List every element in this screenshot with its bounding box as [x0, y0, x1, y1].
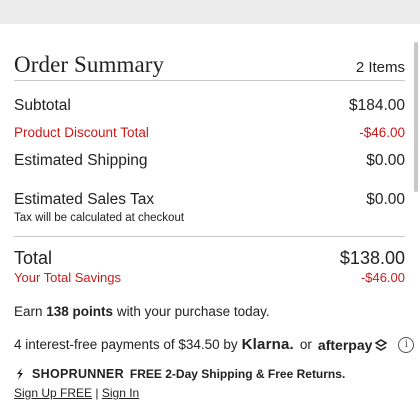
shoprunner-row: SHOPRUNNER FREE 2-Day Shipping & Free Re… [14, 367, 345, 381]
scrollbar[interactable] [414, 42, 418, 192]
afterpay-label: afterpay [317, 336, 373, 353]
shoprunner-signup-link[interactable]: Sign Up FREE [14, 386, 92, 400]
savings-row: Your Total Savings -$46.00 [14, 270, 405, 285]
summary-header: Order Summary 2 Items [14, 52, 405, 78]
shipping-row: Estimated Shipping $0.00 [14, 152, 405, 170]
header-divider [14, 80, 405, 81]
tax-note-row: Tax will be calculated at checkout [14, 212, 405, 224]
tax-value: $0.00 [366, 191, 405, 208]
subtotal-value: $184.00 [348, 97, 405, 114]
financing-row: 4 interest-free payments of $34.50 by Kl… [14, 336, 415, 353]
financing-or: or [299, 337, 312, 352]
shoprunner-signin-link[interactable]: Sign In [102, 386, 139, 400]
total-value: $138.00 [339, 248, 405, 268]
items-count: 2 Items [355, 59, 405, 76]
discount-label: Product Discount Total [14, 125, 149, 140]
afterpay-logo[interactable]: afterpay [318, 337, 388, 353]
discount-value: -$46.00 [359, 125, 405, 140]
tax-label: Estimated Sales Tax [14, 191, 155, 208]
shoprunner-links: Sign Up FREE | Sign In [14, 386, 139, 400]
rewards-points: 138 points [46, 304, 114, 319]
afterpay-arrows-icon [374, 338, 388, 351]
info-icon[interactable]: i [398, 336, 415, 353]
klarna-logo[interactable]: Klarna. [242, 336, 294, 353]
financing-text: 4 interest-free payments of $34.50 by [14, 337, 238, 352]
savings-value: -$46.00 [360, 270, 405, 285]
tax-note: Tax will be calculated at checkout [14, 212, 185, 224]
rewards-points-text: Earn 138 points with your purchase today… [14, 304, 270, 319]
total-row: Total $138.00 [14, 248, 405, 269]
shoprunner-brand: SHOPRUNNER [32, 367, 124, 381]
discount-row: Product Discount Total -$46.00 [14, 125, 405, 140]
shipping-value: $0.00 [366, 152, 405, 169]
tax-row: Estimated Sales Tax $0.00 [14, 191, 405, 209]
order-summary-title: Order Summary [14, 52, 165, 77]
rewards-prefix: Earn [14, 304, 47, 319]
link-separator: | [95, 386, 99, 400]
top-bar [0, 0, 420, 24]
total-divider [14, 236, 405, 237]
total-label: Total [14, 248, 53, 268]
subtotal-row: Subtotal $184.00 [14, 97, 405, 115]
subtotal-label: Subtotal [14, 97, 71, 114]
savings-label: Your Total Savings [14, 270, 121, 285]
shoprunner-logo-icon [17, 368, 23, 380]
shoprunner-offer: FREE 2-Day Shipping & Free Returns. [129, 367, 346, 381]
rewards-suffix: with your purchase today. [113, 304, 270, 319]
shipping-label: Estimated Shipping [14, 152, 148, 169]
